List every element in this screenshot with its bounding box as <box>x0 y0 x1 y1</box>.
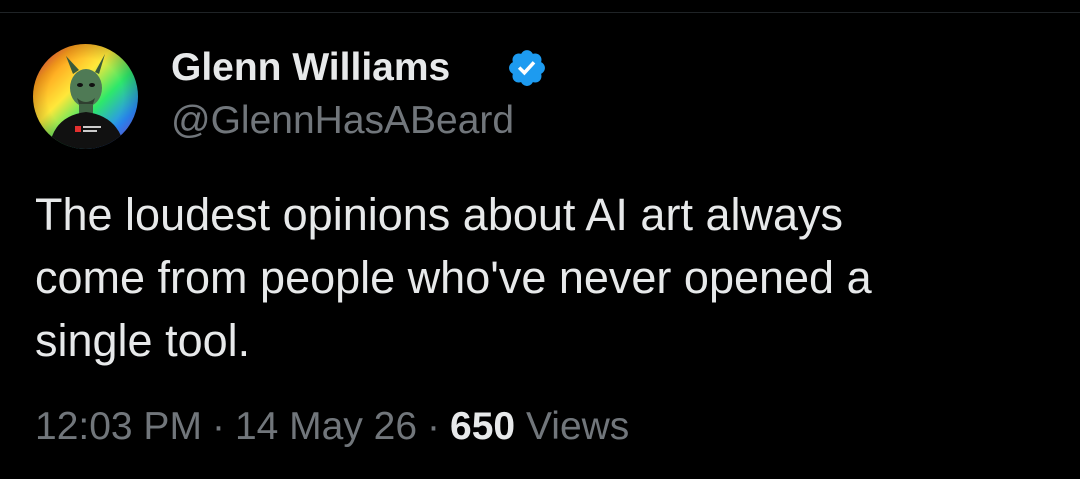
avatar[interactable] <box>33 44 138 149</box>
tweet-date[interactable]: 14 May 26 <box>235 405 417 448</box>
tweet-time[interactable]: 12:03 PM <box>35 405 202 448</box>
tweet-metadata: 12:03 PM · 14 May 26 · 650 Views <box>35 403 629 451</box>
avatar-image <box>33 44 138 149</box>
views-count[interactable]: 650 <box>450 405 515 448</box>
tweet-text: The loudest opinions about AI art always… <box>35 189 872 366</box>
meta-separator: · <box>427 405 441 448</box>
views-label[interactable]: Views <box>526 405 629 448</box>
author-handle[interactable]: @GlennHasABeard <box>171 98 514 144</box>
author-display-name[interactable]: Glenn Williams <box>171 45 450 91</box>
tweet-card: Glenn Williams @GlennHasABeard The loude… <box>0 0 1080 479</box>
meta-separator: · <box>211 405 225 448</box>
verified-badge-icon <box>509 50 545 86</box>
